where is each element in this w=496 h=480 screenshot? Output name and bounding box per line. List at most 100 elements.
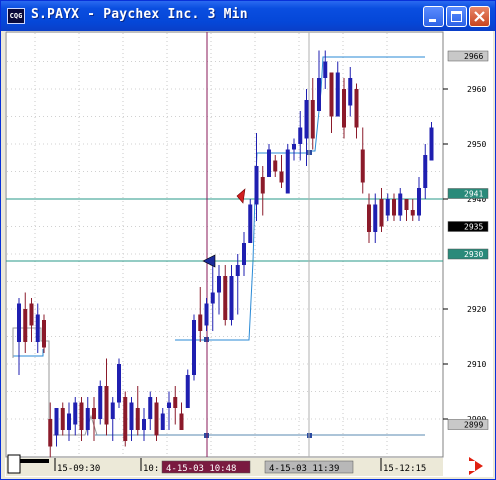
price-highlight-label: 2935 bbox=[464, 223, 483, 232]
candle-body bbox=[160, 413, 165, 430]
maximize-button[interactable] bbox=[446, 6, 467, 27]
close-icon bbox=[474, 11, 485, 22]
candle bbox=[185, 369, 190, 408]
candle-body bbox=[335, 72, 340, 117]
time-scroll-indicator bbox=[19, 459, 49, 463]
price-label: 2950 bbox=[467, 140, 486, 149]
candle-body bbox=[417, 188, 421, 216]
candle-body bbox=[385, 199, 390, 216]
candle-body bbox=[392, 199, 396, 216]
candle-body bbox=[248, 204, 253, 243]
candle-body bbox=[79, 402, 84, 430]
candle-body bbox=[29, 303, 34, 326]
candle-body bbox=[217, 276, 221, 293]
candle bbox=[123, 391, 128, 447]
price-highlight-label: 2966 bbox=[464, 52, 483, 61]
candle-body bbox=[398, 193, 403, 216]
candle-body bbox=[17, 303, 21, 342]
time-label: 10: bbox=[143, 464, 159, 474]
price-axis[interactable]: 2960295029402920291029002966294129352930… bbox=[443, 32, 492, 457]
candle-body bbox=[404, 199, 409, 210]
cursor-time-label: 4-15-03 10:48 bbox=[166, 464, 236, 474]
candle-body bbox=[123, 397, 128, 441]
candle-body bbox=[229, 276, 234, 320]
time-label: 15-12:15 bbox=[383, 464, 426, 474]
candle-body bbox=[279, 171, 284, 183]
plot-panel[interactable] bbox=[5, 31, 444, 458]
candle-body bbox=[117, 364, 121, 403]
candle-body bbox=[223, 276, 228, 320]
candle-body bbox=[373, 204, 378, 232]
candle bbox=[285, 144, 290, 194]
minimize-button[interactable] bbox=[423, 6, 444, 27]
cursor-time-label: 4-15-03 11:39 bbox=[269, 464, 339, 474]
close-button[interactable] bbox=[469, 6, 490, 27]
candle-body bbox=[48, 419, 53, 447]
candle-body bbox=[235, 265, 240, 276]
app-icon: CQG bbox=[7, 8, 25, 24]
maximize-icon bbox=[451, 11, 462, 22]
candle-body bbox=[254, 166, 259, 205]
candle bbox=[192, 314, 196, 381]
candle-body bbox=[323, 61, 328, 78]
candle-body bbox=[67, 413, 71, 430]
price-highlight-label: 2930 bbox=[464, 250, 483, 259]
candle-body bbox=[242, 243, 246, 265]
window-title: S.PAYX - Paychex Inc. 3 Min bbox=[31, 7, 248, 22]
chart-window: CQG S.PAYX - Paychex Inc. 3 Min 2960 295… bbox=[0, 0, 496, 480]
candle-body bbox=[142, 419, 146, 430]
app-icon-text: CQG bbox=[9, 12, 23, 20]
candle-body bbox=[60, 408, 65, 430]
minimize-icon bbox=[429, 19, 436, 22]
candle bbox=[429, 122, 434, 161]
candle-body bbox=[198, 314, 203, 331]
scroll-right-arrow-icon[interactable] bbox=[469, 457, 483, 475]
candle-body bbox=[167, 402, 171, 408]
title-bar[interactable]: CQG S.PAYX - Paychex Inc. 3 Min bbox=[1, 1, 495, 31]
candle-body bbox=[429, 127, 434, 161]
candle-body bbox=[317, 78, 321, 111]
candle-body bbox=[260, 177, 265, 194]
candle-body bbox=[348, 78, 353, 106]
candle-body bbox=[267, 149, 271, 177]
candle-body bbox=[35, 314, 40, 342]
candle-body bbox=[342, 89, 346, 128]
candle-body bbox=[154, 402, 159, 436]
candle bbox=[42, 314, 46, 353]
candle-body bbox=[360, 149, 365, 183]
candle bbox=[248, 199, 253, 243]
price-highlight-label: 2941 bbox=[464, 190, 483, 199]
candle-body bbox=[210, 292, 215, 304]
price-label: 2910 bbox=[467, 360, 486, 369]
price-label: 2920 bbox=[467, 305, 486, 314]
time-axis[interactable]: 15-09:30 10: 15-12:15 4-15-03 10:48 4-15-03 … bbox=[6, 454, 443, 476]
candle-body bbox=[310, 100, 315, 139]
candle bbox=[154, 397, 159, 441]
candle bbox=[117, 358, 121, 408]
time-label: 15-09:30 bbox=[57, 464, 100, 474]
candle-body bbox=[92, 408, 96, 419]
candle-body bbox=[185, 375, 190, 408]
candle-body bbox=[85, 408, 90, 430]
price-chart[interactable]: 2960295029402920291029002966294129352930… bbox=[5, 31, 493, 477]
price-highlight-label: 2899 bbox=[464, 421, 483, 430]
candle-body bbox=[110, 402, 115, 419]
candle-body bbox=[173, 397, 178, 408]
candle-body bbox=[148, 397, 153, 419]
candle-body bbox=[354, 89, 359, 128]
candle-body bbox=[73, 402, 78, 425]
chart-area[interactable]: 2960295029402920291029002966294129352930… bbox=[5, 31, 493, 477]
candle-body bbox=[192, 320, 196, 375]
scroll-handle[interactable] bbox=[7, 454, 21, 474]
candle-body bbox=[273, 160, 278, 172]
candle-body bbox=[298, 127, 303, 144]
candle-body bbox=[129, 402, 134, 430]
candle-body bbox=[304, 100, 309, 139]
candle-body bbox=[54, 408, 59, 436]
candle-body bbox=[104, 386, 109, 425]
candle-body bbox=[42, 320, 46, 348]
candle-body bbox=[379, 199, 384, 227]
candle-body bbox=[98, 386, 103, 419]
candle-body bbox=[367, 204, 371, 232]
candle-body bbox=[329, 72, 334, 117]
